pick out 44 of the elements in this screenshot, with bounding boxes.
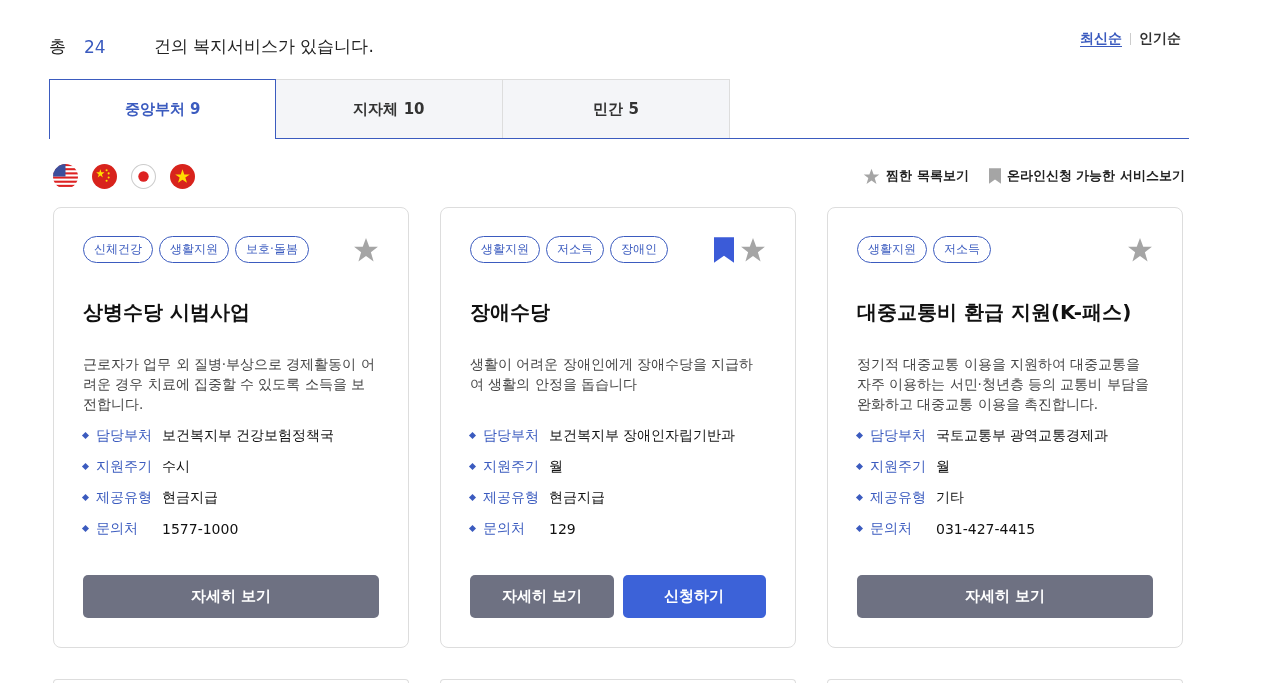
info-value: 1577-1000 bbox=[162, 520, 239, 537]
filter-link[interactable]: 찜한 목록보기 bbox=[886, 167, 969, 185]
service-title: 상병수당 시범사업 bbox=[83, 299, 251, 326]
info-value: 기타 bbox=[936, 488, 964, 507]
info-label: 담당부처 bbox=[96, 426, 153, 445]
info-value: 국토교통부 광역교통경제과 bbox=[936, 426, 1109, 445]
sort-link[interactable]: 인기순 bbox=[1139, 30, 1181, 48]
category-tab[interactable]: 민간 5 bbox=[503, 79, 730, 138]
info-value: 월 bbox=[936, 457, 950, 476]
service-title: 장애수당 bbox=[470, 299, 551, 326]
result-count: 24 bbox=[84, 36, 106, 57]
info-value: 수시 bbox=[162, 457, 190, 476]
service-title: 대중교통비 환급 지원(K-패스) bbox=[857, 299, 1133, 326]
info-label: 제공유형 bbox=[96, 488, 153, 507]
info-label: 지원주기 bbox=[96, 457, 153, 476]
category-tab[interactable]: 지자체 10 bbox=[276, 79, 503, 138]
detail-button[interactable]: 자세히 보기 bbox=[83, 575, 379, 618]
info-label: 담당부처 bbox=[870, 426, 927, 445]
info-value: 보건복지부 장애인자립기반과 bbox=[549, 426, 736, 445]
info-value: 보건복지부 건강보험정책국 bbox=[162, 426, 335, 445]
info-label: 담당부처 bbox=[483, 426, 540, 445]
info-label: 지원주기 bbox=[483, 457, 540, 476]
service-description: 정기적 대중교통 이용을 지원하여 대중교통을 자주 이용하는 서민·청년층 등의 교통비 부담을 완화하고 대중교통 이용을 촉진합니다. bbox=[857, 355, 1150, 414]
summary-prefix: 총 bbox=[49, 35, 66, 58]
info-label: 지원주기 bbox=[870, 457, 927, 476]
info-label: 문의처 bbox=[870, 519, 913, 538]
info-label: 제공유형 bbox=[483, 488, 540, 507]
filter-link[interactable]: 온라인신청 가능한 서비스보기 bbox=[1006, 167, 1185, 185]
info-label: 제공유형 bbox=[870, 488, 927, 507]
info-value: 현금지급 bbox=[162, 488, 218, 507]
info-value: 031-427-4415 bbox=[936, 520, 1036, 537]
info-label: 문의처 bbox=[483, 519, 526, 538]
sort-link[interactable]: 최신순 bbox=[1080, 30, 1122, 48]
apply-button[interactable]: 신청하기 bbox=[622, 575, 766, 618]
info-value: 129 bbox=[549, 520, 576, 537]
info-value: 월 bbox=[549, 457, 563, 476]
service-description: 생활이 어려운 장애인에게 장애수당을 지급하여 생활의 안정을 돕습니다 bbox=[470, 355, 755, 394]
detail-button[interactable]: 자세히 보기 bbox=[470, 575, 614, 618]
info-label: 문의처 bbox=[96, 519, 139, 538]
category-tab[interactable]: 중앙부처 9 bbox=[49, 79, 276, 139]
summary-text: 건의 복지서비스가 있습니다. bbox=[153, 35, 374, 58]
info-value: 현금지급 bbox=[549, 488, 605, 507]
service-description: 근로자가 업무 외 질병·부상으로 경제활동이 어려운 경우 치료에 집중할 수 있도록 소득을 보전합니다. bbox=[83, 355, 376, 414]
detail-button[interactable]: 자세히 보기 bbox=[857, 575, 1153, 618]
